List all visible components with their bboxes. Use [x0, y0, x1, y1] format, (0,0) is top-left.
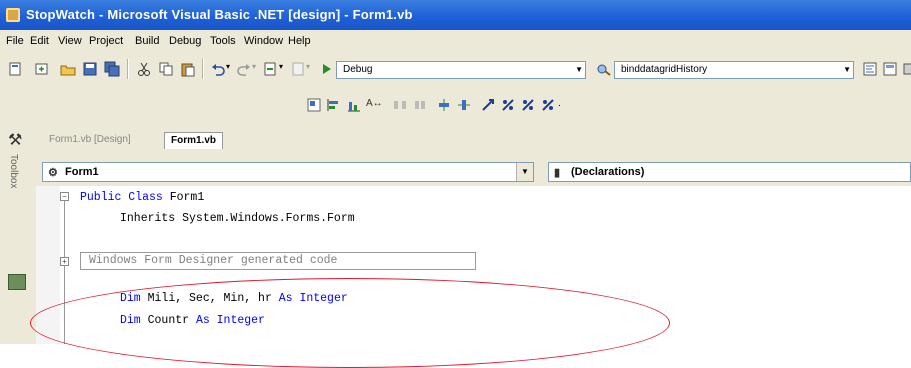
class-name-value: Form1	[65, 166, 99, 178]
method-name-combo[interactable]: ▮ (Declarations)	[548, 162, 911, 182]
identifier: Form1	[162, 191, 205, 204]
layout-toolbar: A↔ .	[0, 86, 911, 125]
menu-project[interactable]: Project	[89, 35, 123, 47]
start-icon[interactable]	[318, 61, 334, 77]
increase-horizontal-spacing-icon[interactable]	[392, 97, 408, 113]
paste-icon[interactable]	[180, 61, 196, 77]
collapse-icon[interactable]: −	[60, 192, 69, 201]
hammer-icon[interactable]: ⚒	[8, 130, 22, 150]
toolbox-label[interactable]: Toolbox	[8, 154, 19, 188]
find-icon[interactable]	[596, 61, 612, 77]
lock-controls-icon[interactable]	[520, 97, 536, 113]
server-explorer-icon[interactable]	[8, 274, 26, 290]
align-to-grid-icon[interactable]	[306, 97, 322, 113]
title-bar: StopWatch - Microsoft Visual Basic .NET …	[0, 0, 911, 30]
toolbar-options-icon[interactable]: .	[558, 98, 574, 114]
chevron-down-icon[interactable]: ▼	[575, 65, 583, 74]
save-all-icon[interactable]	[104, 61, 120, 77]
method-name-value: (Declarations)	[571, 166, 645, 178]
new-project-icon[interactable]	[8, 61, 24, 77]
properties-icon[interactable]	[882, 61, 898, 77]
menu-help[interactable]: Help	[288, 35, 311, 47]
undo-icon[interactable]	[210, 61, 226, 77]
toolbar-separator	[127, 59, 129, 79]
tab-order-icon[interactable]	[540, 97, 556, 113]
app-icon	[6, 8, 20, 22]
expand-icon[interactable]: +	[60, 257, 69, 266]
menu-window[interactable]: Window	[244, 35, 283, 47]
method-icon: ▮	[554, 167, 561, 179]
center-horizontally-icon[interactable]	[436, 97, 452, 113]
chevron-down-icon[interactable]: ▼	[843, 65, 851, 74]
save-icon[interactable]	[82, 61, 98, 77]
center-vertically-icon[interactable]	[456, 97, 472, 113]
code-line-1: Public Class Form1	[80, 191, 204, 204]
toolbox-window-icon[interactable]	[902, 61, 911, 77]
find-combo[interactable]: binddatagridHistory ▼	[614, 61, 854, 79]
align-bottoms-icon[interactable]	[346, 97, 362, 113]
code-navigation-bar: ⚙ Form1 ▼ ▮ (Declarations)	[36, 158, 911, 186]
class-name-combo[interactable]: ⚙ Form1 ▼	[42, 162, 534, 182]
menu-debug[interactable]: Debug	[169, 35, 201, 47]
code-line-2: Inherits System.Windows.Forms.Form	[120, 212, 355, 225]
standard-toolbar: ▾ ▾ ▾ ▾ Debug ▼ binddatagridHistory ▼	[0, 52, 911, 86]
menu-build[interactable]: Build	[135, 35, 159, 47]
decrease-horizontal-spacing-icon[interactable]	[412, 97, 428, 113]
chevron-down-icon[interactable]: ▼	[516, 163, 533, 181]
find-combo-value: binddatagridHistory	[621, 64, 708, 75]
highlight-ellipse	[30, 278, 670, 368]
menu-bar: File Edit View Project Build Debug Tools…	[0, 30, 911, 52]
cut-icon[interactable]	[136, 61, 152, 77]
toolbox-strip: ⚒ Toolbox	[0, 124, 37, 344]
open-icon[interactable]	[60, 61, 76, 77]
redo-icon[interactable]	[236, 61, 252, 77]
menu-edit[interactable]: Edit	[30, 35, 49, 47]
send-to-back-icon[interactable]	[500, 97, 516, 113]
menu-file[interactable]: File	[6, 35, 24, 47]
navigate-backward-icon[interactable]	[262, 61, 278, 77]
solution-configuration-value: Debug	[343, 64, 373, 75]
menu-view[interactable]: View	[58, 35, 82, 47]
navigate-forward-icon[interactable]	[290, 61, 306, 77]
tab-form1-design[interactable]: Form1.vb [Design]	[49, 134, 131, 145]
class-icon: ⚙	[48, 167, 58, 179]
solution-configuration-combo[interactable]: Debug ▼	[336, 61, 586, 79]
keyword: Public Class	[80, 191, 163, 204]
document-tabs: Form1.vb [Design] Form1.vb	[36, 124, 911, 158]
copy-icon[interactable]	[158, 61, 174, 77]
toolbar-separator	[202, 59, 204, 79]
make-same-size-icon[interactable]: A↔	[366, 98, 383, 114]
region-label: Windows Form Designer generated code	[89, 254, 338, 267]
align-lefts-icon[interactable]	[326, 97, 342, 113]
solution-explorer-icon[interactable]	[862, 61, 878, 77]
tab-form1-code[interactable]: Form1.vb	[164, 132, 224, 149]
bring-to-front-icon[interactable]	[480, 97, 496, 113]
add-item-icon[interactable]	[34, 61, 50, 77]
window-title: StopWatch - Microsoft Visual Basic .NET …	[26, 7, 413, 22]
menu-tools[interactable]: Tools	[210, 35, 236, 47]
collapsed-region[interactable]: Windows Form Designer generated code	[80, 252, 476, 270]
